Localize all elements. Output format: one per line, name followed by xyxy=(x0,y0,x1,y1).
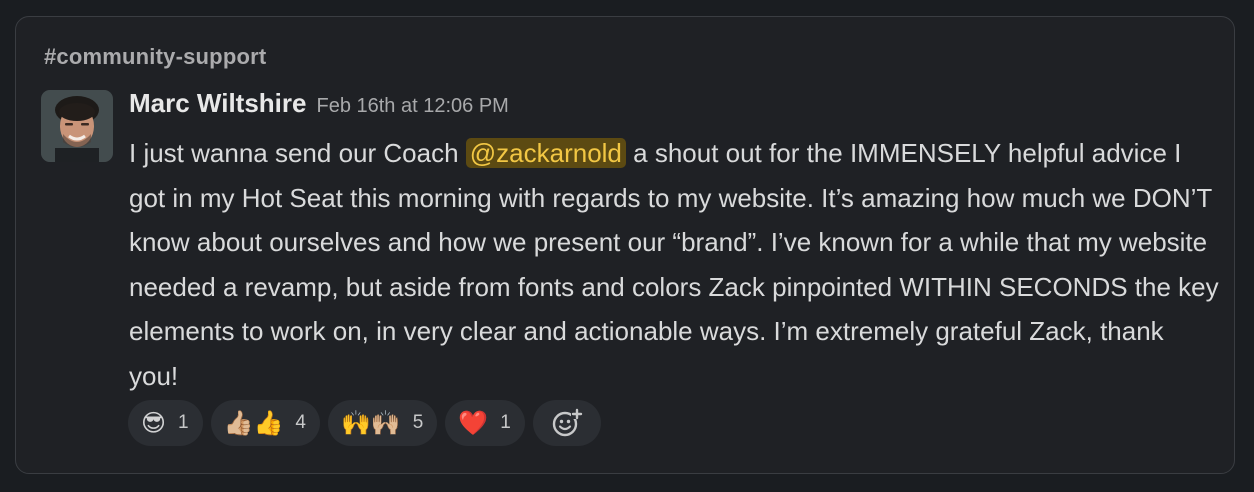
reaction-count: 1 xyxy=(500,412,511,433)
reaction-count: 1 xyxy=(178,412,189,433)
message-text-rest: a shout out for the IMMENSELY helpful ad… xyxy=(129,138,1219,391)
thumbs-up-emoji-icon: 👍🏼👍 xyxy=(223,409,284,437)
reaction-sunglasses[interactable]: 😎 1 xyxy=(128,400,203,446)
timestamp[interactable]: Feb 16th at 12:06 PM xyxy=(316,95,508,117)
message-text: I just wanna send our Coach @zackarnold … xyxy=(129,131,1219,399)
sunglasses-emoji-icon: 😎 xyxy=(141,409,167,437)
avatar[interactable] xyxy=(41,90,113,162)
reaction-raised-hands[interactable]: 🙌🙌🏼 5 xyxy=(327,400,438,446)
raised-hands-emoji-icon: 🙌🙌🏼 xyxy=(340,409,401,437)
author-name[interactable]: Marc Wiltshire xyxy=(129,88,306,118)
reaction-thumbs-up[interactable]: 👍🏼👍 4 xyxy=(210,400,320,446)
message-header: Marc Wiltshire Feb 16th at 12:06 PM xyxy=(129,88,509,119)
avatar-photo xyxy=(41,90,113,162)
reaction-heart[interactable]: ❤️ 1 xyxy=(445,400,525,446)
reaction-count: 5 xyxy=(412,412,424,433)
message-card: #community-support Marc Wiltshire Feb 16t… xyxy=(15,16,1235,474)
reactions-bar: 😎 1 👍🏼👍 4 🙌🙌🏼 5 ❤️ 1 xyxy=(128,400,601,446)
heart-emoji-icon: ❤️ xyxy=(458,409,489,437)
add-reaction-button[interactable] xyxy=(532,400,601,446)
channel-name[interactable]: #community-support xyxy=(44,44,266,70)
add-reaction-icon xyxy=(552,408,583,437)
reaction-count: 4 xyxy=(295,412,306,433)
message-text-start: I just wanna send our Coach xyxy=(129,138,466,168)
user-mention[interactable]: @zackarnold xyxy=(465,138,626,168)
